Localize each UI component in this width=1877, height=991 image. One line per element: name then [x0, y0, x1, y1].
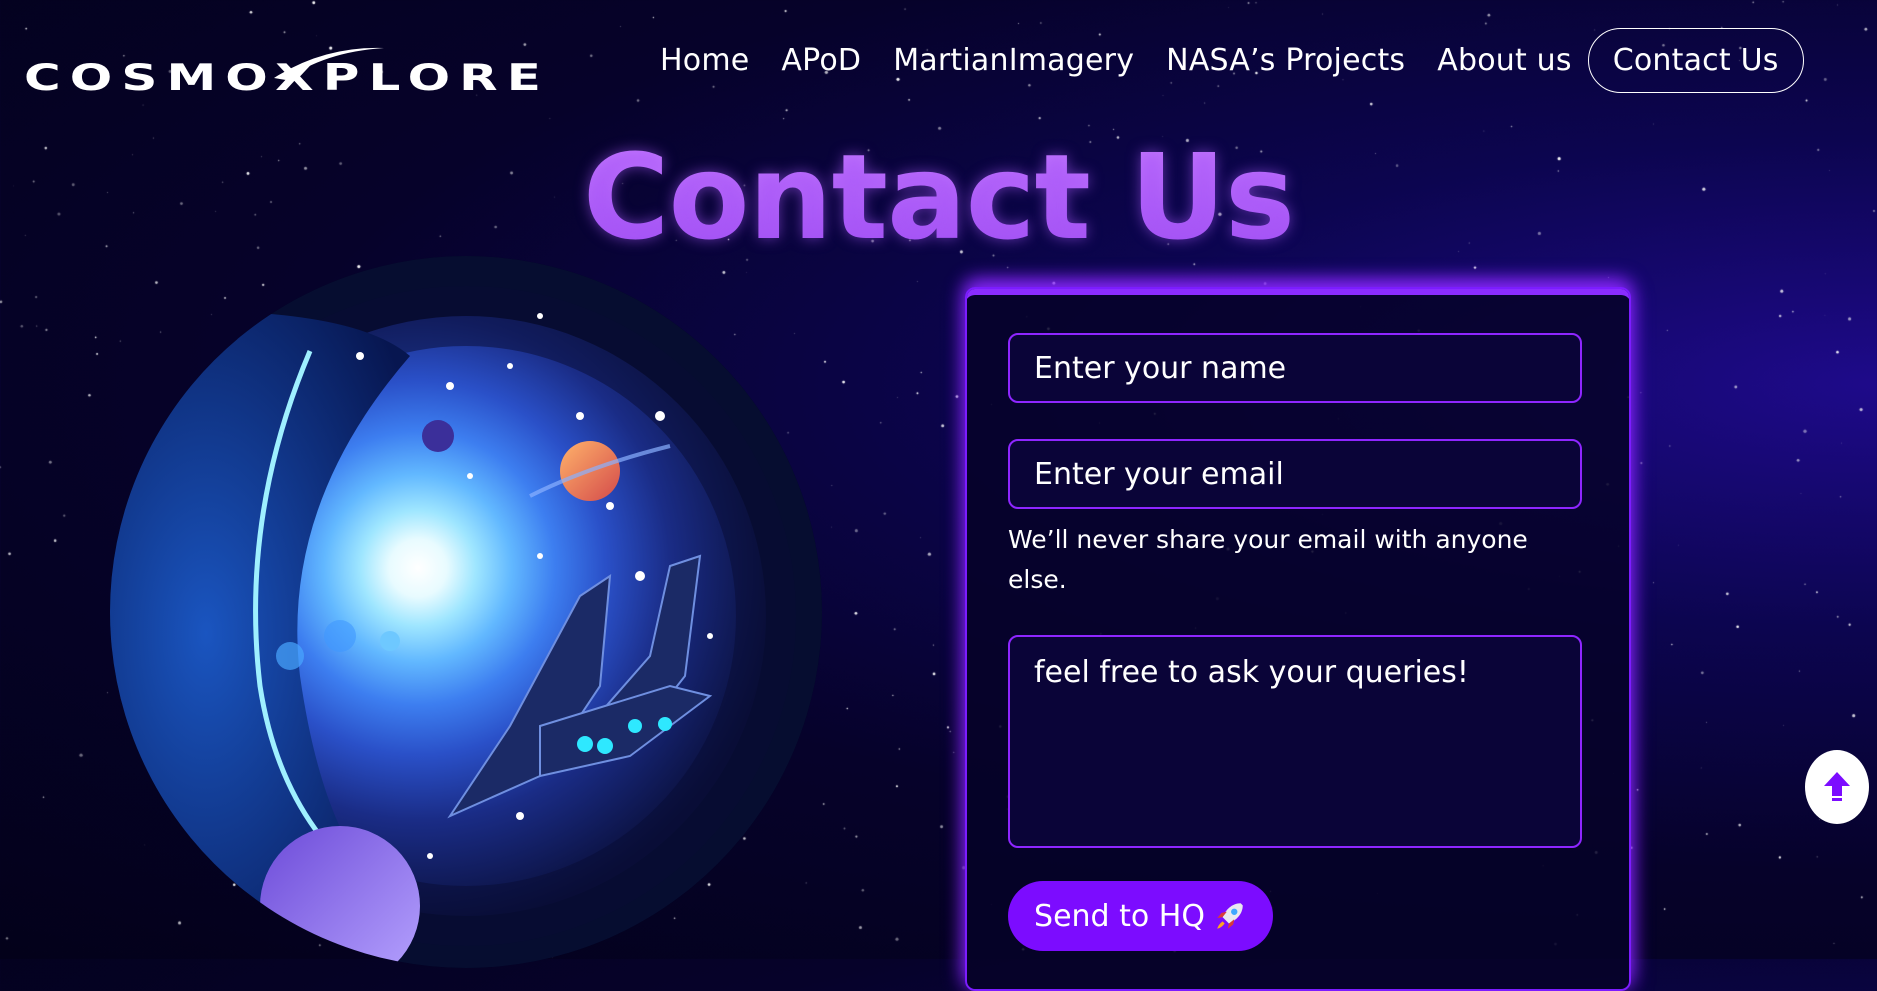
- send-to-hq-button[interactable]: Send to HQ: [1008, 881, 1273, 951]
- page-title: Contact Us: [0, 128, 1877, 266]
- message-textarea[interactable]: [1008, 635, 1582, 848]
- arrow-up-icon: [1824, 772, 1850, 801]
- email-input[interactable]: [1008, 439, 1582, 509]
- cosmoxplore-logo[interactable]: COSMOXPLORE: [24, 44, 554, 96]
- scroll-to-top-button[interactable]: [1805, 750, 1869, 824]
- email-help-text: We’ll never share your email with anyone…: [1008, 525, 1528, 594]
- nav-about-us[interactable]: About us: [1437, 43, 1571, 78]
- nav-martian-imagery[interactable]: MartianImagery: [893, 43, 1134, 78]
- nav-apod[interactable]: APoD: [781, 43, 861, 78]
- nav-nasa-projects[interactable]: NASA’s Projects: [1166, 43, 1405, 78]
- nav-contact-us-button[interactable]: Contact Us: [1587, 28, 1804, 93]
- rocket-icon: [1217, 903, 1243, 929]
- name-input[interactable]: [1008, 333, 1582, 403]
- nav-home[interactable]: Home: [660, 43, 749, 78]
- main-nav: Home APoD MartianImagery NASA’s Projects…: [660, 28, 1804, 93]
- send-button-label: Send to HQ: [1034, 898, 1205, 934]
- space-illustration: [110, 256, 822, 968]
